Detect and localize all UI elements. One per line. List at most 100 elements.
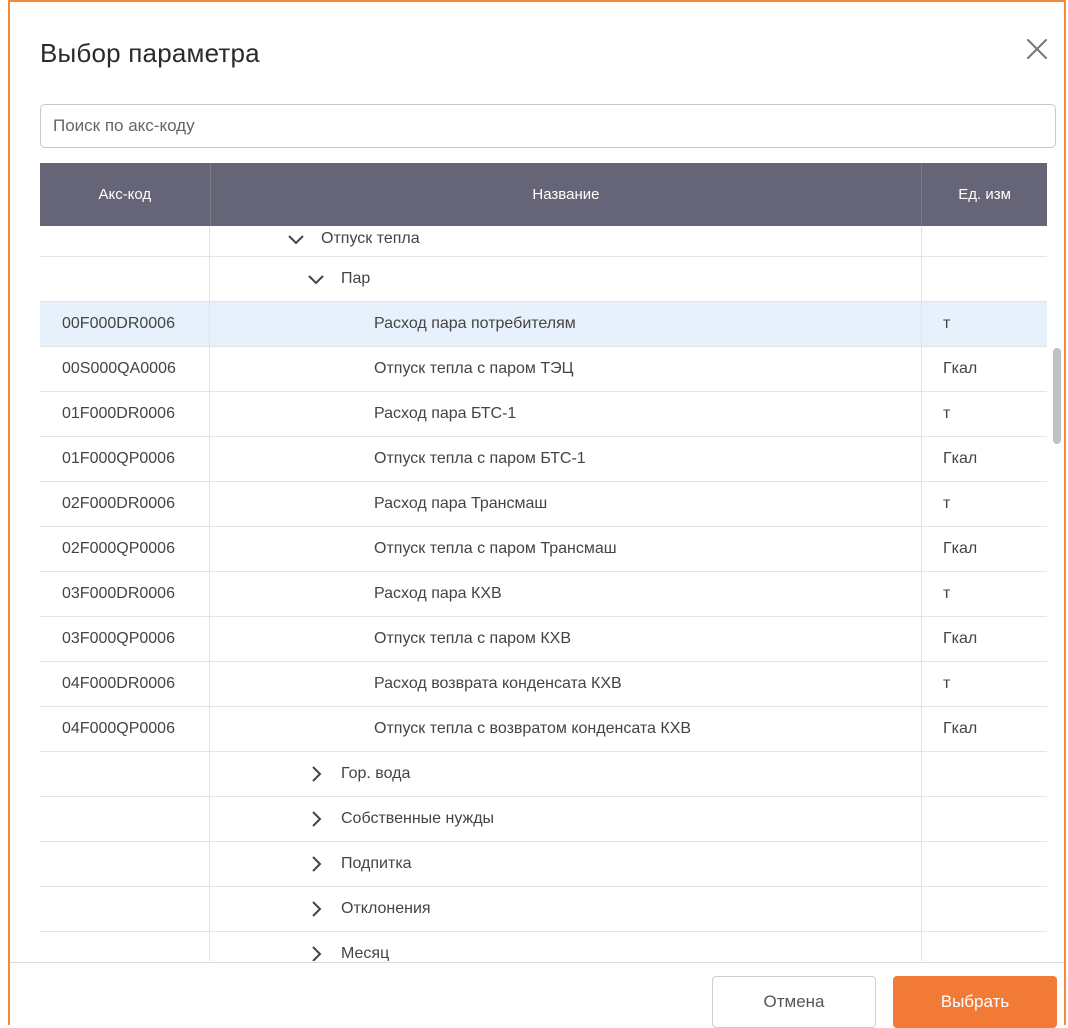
cell-code — [40, 797, 210, 841]
row-label: Отпуск тепла с паром Трансмаш — [374, 540, 617, 557]
cell-name: Отпуск тепла с паром БТС-1 — [210, 437, 922, 481]
cell-unit: Гкал — [943, 720, 978, 737]
cancel-button[interactable]: Отмена — [712, 976, 876, 1028]
chevron-right-icon[interactable] — [307, 855, 325, 873]
chevron-right-icon[interactable] — [307, 765, 325, 783]
cell-code: 01F000QP0006 — [40, 437, 210, 481]
cell-name: Отпуск тепла — [210, 226, 922, 256]
cell-unit: Гкал — [943, 540, 978, 557]
cell-name: Отклонения — [210, 887, 922, 931]
cell-code — [40, 752, 210, 796]
cell-unit — [922, 257, 1047, 301]
cell-unit — [922, 226, 1047, 256]
cell-code: 03F000DR0006 — [40, 572, 210, 616]
cell-name: Расход пара Трансмаш — [210, 482, 922, 526]
cell-code: 04F000DR0006 — [40, 662, 210, 706]
chevron-right-icon[interactable] — [307, 945, 325, 961]
cell-unit — [922, 932, 1047, 961]
cell-code — [40, 226, 210, 256]
table-row[interactable]: 02F000QP0006 Отпуск тепла с паром Трансма… — [40, 527, 1047, 572]
cell-code: 02F000DR0006 — [40, 482, 210, 526]
table-row[interactable]: 04F000QP0006 Отпуск тепла с возвратом кон… — [40, 707, 1047, 752]
row-label: Расход пара Трансмаш — [374, 495, 548, 512]
chevron-right-icon[interactable] — [307, 900, 325, 918]
tree-group-row[interactable]: Отклонения — [40, 887, 1047, 932]
tree-group-row[interactable]: Пар — [40, 257, 1047, 302]
cell-code: 03F000QP0006 — [40, 617, 210, 661]
row-label: Гор. вода — [341, 765, 411, 782]
row-label: Отпуск тепла с паром БТС-1 — [374, 450, 586, 467]
cell-unit: Гкал — [943, 450, 978, 467]
cell-name: Пар — [210, 257, 922, 301]
table-row[interactable]: 01F000DR0006 Расход пара БТС-1 т — [40, 392, 1047, 437]
row-label: Расход пара потребителям — [374, 315, 576, 332]
cell-unit — [922, 842, 1047, 886]
row-label: Расход возврата конденсата КХВ — [374, 675, 622, 692]
cell-name: Расход пара БТС-1 — [210, 392, 922, 436]
column-header-name[interactable]: Название — [211, 163, 923, 226]
table-row[interactable]: 02F000DR0006 Расход пара Трансмаш т — [40, 482, 1047, 527]
cell-code: 02F000QP0006 — [40, 527, 210, 571]
table-row[interactable]: 03F000DR0006 Расход пара КХВ т — [40, 572, 1047, 617]
cell-name: Подпитка — [210, 842, 922, 886]
cell-name: Собственные нужды — [210, 797, 922, 841]
tree-group-row[interactable]: Собственные нужды — [40, 797, 1047, 842]
parameter-table: Акс-код Название Ед. изм Отпуск тепла Пар… — [40, 163, 1047, 961]
table-row[interactable]: 00F000DR0006 Расход пара потребителям т — [40, 302, 1047, 347]
row-label: Расход пара БТС-1 — [374, 405, 517, 422]
cell-unit — [922, 752, 1047, 796]
cell-code: 04F000QP0006 — [40, 707, 210, 751]
tree-group-row[interactable]: Подпитка — [40, 842, 1047, 887]
cell-code — [40, 932, 210, 961]
chevron-down-icon[interactable] — [307, 270, 325, 288]
table-header: Акс-код Название Ед. изм — [40, 163, 1047, 226]
table-row[interactable]: 04F000DR0006 Расход возврата конденсата К… — [40, 662, 1047, 707]
table-row[interactable]: 00S000QA0006 Отпуск тепла с паром ТЭЦ Гкал — [40, 347, 1047, 392]
cell-name: Отпуск тепла с паром ТЭЦ — [210, 347, 922, 391]
cell-name: Месяц — [210, 932, 922, 961]
row-label: Месяц — [341, 945, 390, 961]
cell-name: Отпуск тепла с паром КХВ — [210, 617, 922, 661]
column-header-unit[interactable]: Ед. изм — [922, 163, 1047, 226]
row-label: Подпитка — [341, 855, 412, 872]
cell-name: Расход пара КХВ — [210, 572, 922, 616]
cell-unit: т — [943, 495, 951, 512]
chevron-down-icon[interactable] — [287, 230, 305, 248]
table-body: Отпуск тепла Пар 00F000DR0006 Расход пара п… — [40, 226, 1047, 961]
scrollbar-thumb[interactable] — [1053, 348, 1061, 444]
cell-name: Отпуск тепла с паром Трансмаш — [210, 527, 922, 571]
cell-name: Отпуск тепла с возвратом конденсата КХВ — [210, 707, 922, 751]
dialog-footer: Отмена Выбрать — [10, 962, 1064, 1028]
row-label: Расход пара КХВ — [374, 585, 502, 602]
cell-unit: т — [943, 675, 951, 692]
table-row[interactable]: 03F000QP0006 Отпуск тепла с паром КХВ Гкал — [40, 617, 1047, 662]
cell-unit: Гкал — [943, 630, 978, 647]
table-row[interactable]: 01F000QP0006 Отпуск тепла с паром БТС-1 Гк… — [40, 437, 1047, 482]
cell-unit: т — [943, 405, 951, 422]
tree-group-row[interactable]: Гор. вода — [40, 752, 1047, 797]
dialog-title: Выбор параметра — [40, 38, 260, 68]
cell-unit: Гкал — [943, 360, 978, 377]
cell-unit: т — [943, 315, 951, 332]
row-label: Отпуск тепла — [321, 230, 420, 247]
search-input[interactable] — [40, 104, 1056, 148]
cell-code — [40, 257, 210, 301]
cell-unit: т — [943, 585, 951, 602]
column-header-code[interactable]: Акс-код — [40, 163, 211, 226]
cell-name: Гор. вода — [210, 752, 922, 796]
cell-unit — [922, 887, 1047, 931]
row-label: Отпуск тепла с паром ТЭЦ — [374, 360, 574, 377]
cell-code — [40, 887, 210, 931]
row-label: Отклонения — [341, 900, 431, 917]
row-label: Отпуск тепла с паром КХВ — [374, 630, 572, 647]
cell-name: Расход возврата конденсата КХВ — [210, 662, 922, 706]
row-label: Собственные нужды — [341, 810, 495, 827]
select-button[interactable]: Выбрать — [893, 976, 1057, 1028]
row-label: Пар — [341, 270, 371, 287]
tree-group-row[interactable]: Отпуск тепла — [40, 226, 1047, 257]
cell-code: 00F000DR0006 — [40, 302, 210, 346]
tree-group-row[interactable]: Месяц — [40, 932, 1047, 961]
cell-name: Расход пара потребителям — [210, 302, 922, 346]
close-icon[interactable] — [1022, 34, 1052, 64]
chevron-right-icon[interactable] — [307, 810, 325, 828]
